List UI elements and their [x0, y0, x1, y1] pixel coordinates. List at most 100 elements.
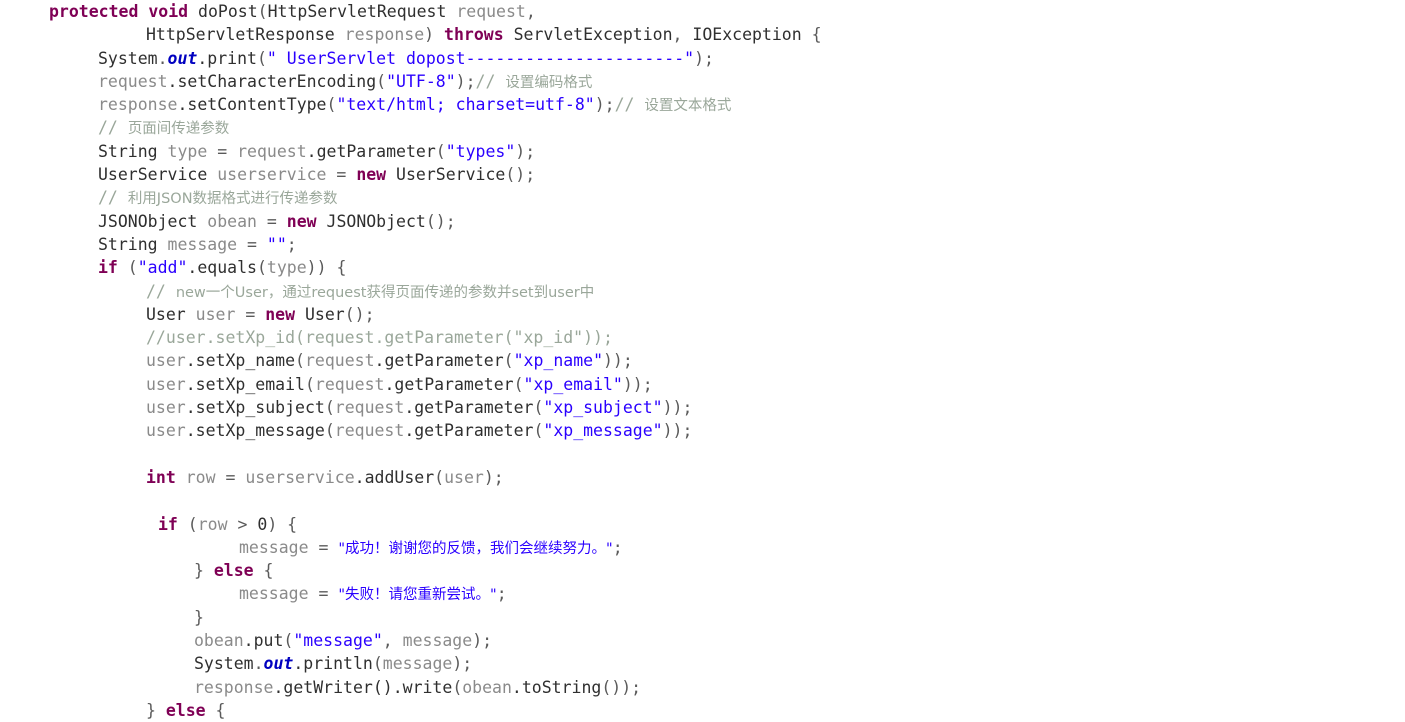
code-token-cmt-cjk: 设置文本格式: [644, 98, 732, 115]
code-token-str: "message": [293, 631, 383, 651]
code-token-punct: );: [694, 48, 714, 68]
code-token-cmt-cjk: new一个User，通过request获得页面传递的参数并set到user中: [175, 284, 595, 301]
code-token-type: .put: [243, 631, 284, 651]
code-token-var: user: [185, 304, 236, 324]
code-token-punct: =: [256, 211, 287, 231]
code-token-type: .setXp_name: [185, 351, 296, 371]
code-token-var: message: [382, 654, 453, 674]
code-token-static: out: [263, 654, 294, 674]
code-token-punct: );: [515, 141, 536, 161]
code-line[interactable]: user.setXp_subject(request.getParameter(…: [0, 396, 1405, 419]
code-token-str-cjk: "成功！谢谢您的反馈，我们会继续努力。": [338, 540, 613, 557]
code-token-type: .getParameter: [404, 421, 534, 441]
code-token-str: "add": [137, 258, 188, 278]
code-line[interactable]: String type = request.getParameter("type…: [0, 140, 1405, 163]
code-token-punct: =: [308, 584, 339, 604]
code-line[interactable]: UserService userservice = new UserServic…: [0, 163, 1405, 186]
code-token-str: "xp_email": [523, 374, 623, 394]
code-line[interactable]: } else {: [0, 699, 1405, 722]
code-token-punct: ();: [344, 304, 375, 324]
code-token-cmt: //: [98, 188, 128, 208]
code-token-var: user: [444, 467, 484, 487]
code-line[interactable]: user.setXp_message(request.getParameter(…: [0, 419, 1405, 442]
code-token-punct: (: [372, 654, 383, 674]
code-line[interactable]: protected void doPost(HttpServletRequest…: [0, 0, 1405, 23]
code-line[interactable]: if (row > 0) {: [0, 513, 1405, 536]
code-line[interactable]: String message = "";: [0, 233, 1405, 256]
code-token-var: obean: [194, 631, 244, 651]
code-line[interactable]: [0, 443, 1405, 466]
code-token-punct: (: [513, 374, 524, 394]
code-token-punct: (: [117, 258, 138, 278]
code-token-type: .equals: [187, 258, 257, 278]
code-token-type: .println: [293, 654, 373, 674]
code-line[interactable]: obean.put("message", message);: [0, 629, 1405, 652]
code-token-punct: ());: [601, 677, 642, 697]
code-token-type: JSONObject: [98, 211, 198, 231]
code-line[interactable]: int row = userservice.addUser(user);: [0, 466, 1405, 489]
code-token-type: doPost: [188, 2, 258, 21]
code-line[interactable]: // new一个User，通过request获得页面传递的参数并set到user…: [0, 280, 1405, 303]
code-token-punct: ;: [286, 234, 297, 254]
code-token-punct: );: [483, 467, 504, 487]
code-token-type: .addUser: [354, 467, 435, 487]
code-token-var: type: [157, 141, 208, 161]
code-token-punct: ,: [672, 25, 693, 45]
code-token-punct: }: [194, 561, 214, 581]
code-token-punct: ): [424, 25, 445, 45]
code-token-var: obean: [462, 677, 512, 697]
code-token-punct: (: [324, 398, 335, 418]
code-line[interactable]: // 页面间传递参数: [0, 116, 1405, 139]
code-token-punct: (: [533, 398, 544, 418]
code-line[interactable]: HttpServletResponse response) throws Ser…: [0, 23, 1405, 46]
code-token-type: String: [98, 141, 158, 161]
code-token-cmt-cjk: 页面间传递参数: [127, 121, 230, 138]
code-token-type: .print: [197, 48, 257, 68]
code-line[interactable]: user.setXp_email(request.getParameter("x…: [0, 373, 1405, 396]
code-token-punct: =: [326, 165, 357, 185]
code-token-type: HttpServletRequest: [267, 2, 447, 21]
code-token-type: .getParameter: [306, 141, 436, 161]
code-token-punct: }: [146, 700, 166, 720]
code-line[interactable]: }: [0, 606, 1405, 629]
code-line[interactable]: message = "失败！请您重新尝试。";: [0, 582, 1405, 605]
code-token-type: UserService: [98, 165, 208, 185]
code-token-punct: (: [503, 351, 514, 371]
code-token-str: "xp_message": [543, 421, 663, 441]
code-token-punct: ,: [525, 2, 536, 21]
code-token-str: "UTF-8": [386, 71, 456, 91]
code-line[interactable]: System.out.println(message);: [0, 652, 1405, 675]
code-token-kw: protected: [49, 2, 139, 21]
code-token-punct: =: [237, 234, 267, 254]
code-token-punct: );: [455, 71, 476, 91]
code-token-type: UserService: [386, 165, 506, 185]
code-token-kw: if: [98, 258, 118, 278]
code-editor-view[interactable]: protected void doPost(HttpServletRequest…: [0, 0, 1405, 720]
code-line[interactable]: message = "成功！谢谢您的反馈，我们会继续努力。";: [0, 536, 1405, 559]
code-line[interactable]: request.setCharacterEncoding("UTF-8");//…: [0, 70, 1405, 93]
code-token-var: request: [446, 2, 526, 21]
code-token-var: obean: [197, 211, 257, 231]
code-token-kw: int: [146, 467, 176, 487]
code-line[interactable]: user.setXp_name(request.getParameter("xp…: [0, 349, 1405, 372]
code-token-kw: new: [286, 211, 317, 231]
code-line[interactable]: System.out.print(" UserServlet dopost---…: [0, 47, 1405, 70]
code-token-type: User: [146, 304, 186, 324]
code-line[interactable]: } else {: [0, 559, 1405, 582]
code-line[interactable]: if ("add".equals(type)) {: [0, 256, 1405, 279]
code-line[interactable]: JSONObject obean = new JSONObject();: [0, 210, 1405, 233]
code-line[interactable]: response.setContentType("text/html; char…: [0, 93, 1405, 116]
code-token-punct: );: [472, 631, 493, 651]
code-line[interactable]: // 利用JSON数据格式进行传递参数: [0, 186, 1405, 209]
code-line[interactable]: response.getWriter().write(obean.toStrin…: [0, 676, 1405, 699]
code-token-type: System: [98, 48, 158, 68]
code-line[interactable]: //user.setXp_id(request.getParameter("xp…: [0, 326, 1405, 349]
code-token-punct: (: [257, 2, 268, 21]
code-token-punct: ));: [662, 421, 693, 441]
code-token-punct: )) {: [306, 258, 347, 278]
code-token-kw: if: [158, 514, 178, 534]
code-token-kw: throws: [444, 25, 504, 45]
code-line[interactable]: User user = new User();: [0, 303, 1405, 326]
code-line[interactable]: [0, 489, 1405, 512]
code-token-type: ServletException: [503, 25, 673, 45]
